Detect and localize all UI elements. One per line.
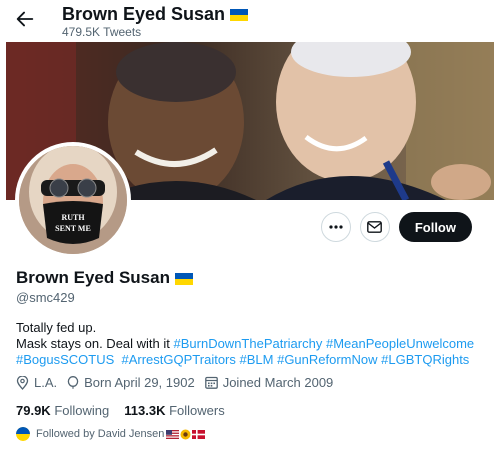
profile-bio: Totally fed up. Mask stays on. Deal with… [16, 320, 486, 368]
followers-count: 113.3K [124, 403, 166, 418]
bio-line-2: Mask stays on. Deal with it #BurnDownThe… [16, 336, 486, 352]
top-bar: Brown Eyed Susan 479.5K Tweets [0, 0, 500, 42]
arrow-left-icon[interactable] [14, 8, 36, 30]
follower-avatar [16, 427, 30, 441]
ukraine-flag-icon [174, 272, 193, 285]
denmark-flag-icon [192, 429, 206, 439]
avatar-photo: RUTH SENT ME [19, 146, 127, 254]
follow-stats: 79.9K Following 113.3K Followers [16, 403, 225, 418]
ukraine-flag-icon [230, 9, 249, 22]
bio-text: Mask stays on. Deal with it [16, 336, 174, 351]
birthday-item: Born April 29, 1902 [67, 375, 195, 390]
profile-meta: L.A. Born April 29, 1902 Joined March 20… [16, 375, 333, 390]
bio-line-1: Totally fed up. [16, 320, 97, 335]
location-pin-icon [16, 375, 29, 390]
more-dots-icon [329, 225, 343, 229]
header-title: Brown Eyed Susan [62, 4, 249, 25]
bio-line-3: #BogusSCOTUS #ArrestGQPTraitors #BLM #Gu… [16, 352, 486, 368]
hashtag-link[interactable]: #LGBTQRights [381, 352, 469, 367]
hashtag-link[interactable]: #BurnDownThePatriarchy [174, 336, 323, 351]
followers-label: Followers [169, 403, 225, 418]
joined-item: Joined March 2009 [204, 375, 334, 390]
hashtag-link[interactable]: #MeanPeopleUnwelcome [326, 336, 474, 351]
header-name: Brown Eyed Susan [62, 4, 226, 24]
profile-name: Brown Eyed Susan [16, 268, 193, 288]
location-item: L.A. [16, 375, 57, 390]
following-label: Following [54, 403, 110, 418]
profile-actions: Follow [320, 212, 472, 242]
envelope-icon [367, 221, 383, 233]
calendar-icon [204, 376, 218, 389]
profile-handle: @smc429 [16, 290, 75, 305]
profile-name-text: Brown Eyed Susan [16, 268, 170, 287]
more-button[interactable] [320, 212, 351, 242]
followers-link[interactable]: 113.3K Followers [124, 403, 224, 418]
hashtag-link[interactable]: #BogusSCOTUS [16, 352, 114, 367]
svg-text:SENT ME: SENT ME [55, 224, 91, 233]
avatar[interactable]: RUTH SENT ME [15, 142, 131, 258]
hashtag-link[interactable]: #ArrestGQPTraitors [122, 352, 236, 367]
balloon-icon [67, 375, 79, 388]
follow-button[interactable]: Follow [398, 212, 472, 242]
message-button[interactable] [359, 212, 390, 242]
followed-by-text: Followed by David Jensen [36, 428, 165, 440]
followed-by[interactable]: Followed by David Jensen [16, 427, 206, 441]
following-count: 79.9K [16, 403, 51, 418]
following-link[interactable]: 79.9K Following [16, 403, 109, 418]
svg-text:RUTH: RUTH [61, 213, 85, 222]
us-flag-icon [166, 429, 180, 439]
avatar-image: RUTH SENT ME [19, 146, 127, 254]
location-text: L.A. [34, 375, 58, 390]
hashtag-link[interactable]: #GunReformNow [277, 352, 377, 367]
joined-text: Joined March 2009 [222, 375, 334, 390]
follower-flags [166, 429, 206, 440]
hashtag-link[interactable]: #BLM [240, 352, 274, 367]
tweet-count: 479.5K Tweets [62, 25, 142, 39]
birthday-text: Born April 29, 1902 [84, 375, 195, 390]
sunflower-icon [180, 429, 191, 439]
